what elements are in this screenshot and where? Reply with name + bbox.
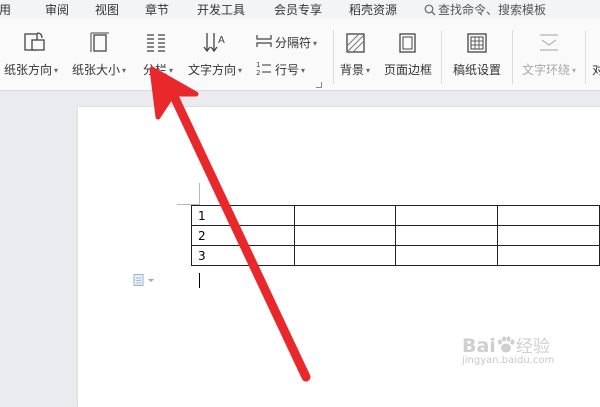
- text-direction-button[interactable]: 文字方向 ▾: [188, 61, 242, 78]
- separator-icon: [256, 35, 272, 47]
- chevron-down-icon: ▾: [301, 66, 306, 75]
- manuscript-settings-button[interactable]: 稿纸设置: [453, 61, 501, 78]
- menu-bar: 引用 审阅 视图 章节 开发工具 会员专享 稻壳资源 查找命令、搜索模板: [0, 0, 600, 18]
- text-wrap-icon: [540, 34, 558, 51]
- ribbon-divider: [441, 30, 442, 84]
- ribbon-toolbar: 纸张方向 ▾ 纸张大小 ▾ 分栏 ▾ A 文字方向 ▾ 分隔符 ▾ 1 2 行号 ▾: [0, 18, 600, 91]
- line-number-icon: 1 2: [256, 61, 271, 76]
- table-cell[interactable]: [395, 245, 499, 266]
- columns-button[interactable]: 分栏 ▾: [143, 61, 173, 78]
- svg-text:1: 1: [256, 61, 260, 69]
- table-cell[interactable]: [497, 225, 600, 246]
- paper-size-icon[interactable]: [89, 30, 111, 54]
- paper-orientation-icon[interactable]: [22, 30, 46, 54]
- ribbon-divider: [585, 30, 586, 84]
- chevron-down-icon: ▾: [572, 66, 577, 75]
- table-cell[interactable]: [395, 225, 499, 246]
- chevron-down-icon: ▾: [169, 66, 174, 75]
- table-cell[interactable]: [395, 205, 499, 226]
- table-cell[interactable]: [293, 205, 397, 226]
- paper-orientation-button[interactable]: 纸张方向 ▾: [4, 61, 58, 78]
- background-icon[interactable]: [345, 32, 367, 54]
- table-cell[interactable]: 3: [191, 245, 295, 266]
- paper-orientation-label: 纸张方向: [4, 63, 53, 77]
- chevron-down-icon: ▾: [366, 66, 371, 75]
- align-button[interactable]: 对: [592, 61, 600, 78]
- menu-section[interactable]: 章节: [145, 1, 169, 18]
- table-cell[interactable]: [497, 245, 600, 266]
- table-cell[interactable]: 2: [191, 225, 295, 246]
- page-border-icon[interactable]: [398, 32, 418, 54]
- table-cell[interactable]: [293, 225, 397, 246]
- baidu-jingyan-watermark: Bai 经验 jingyan.baidu.com: [462, 332, 554, 366]
- separator-label: 分隔符: [275, 36, 312, 50]
- page-setup-dialog-launcher[interactable]: [316, 82, 322, 88]
- ribbon-divider: [512, 30, 513, 84]
- line-number-button[interactable]: 行号 ▾: [275, 61, 305, 78]
- columns-label: 分栏: [143, 63, 168, 77]
- document-table[interactable]: 1 2 3: [191, 205, 600, 266]
- table-cell[interactable]: [293, 245, 397, 266]
- menu-developer[interactable]: 开发工具: [197, 1, 245, 18]
- watermark-brand: Bai: [462, 335, 496, 357]
- paragraph-layout-icon[interactable]: [133, 274, 159, 286]
- line-number-label: 行号: [275, 63, 300, 77]
- search-placeholder: 查找命令、搜索模板: [438, 3, 547, 17]
- separator-button[interactable]: 分隔符 ▾: [275, 34, 317, 51]
- svg-text:A: A: [218, 35, 225, 46]
- menu-view[interactable]: 视图: [95, 1, 119, 18]
- text-wrap-button: 文字环绕 ▾: [522, 61, 576, 78]
- table-row: 1: [191, 205, 600, 226]
- text-direction-icon[interactable]: A: [203, 30, 229, 54]
- page-border-button[interactable]: 页面边框: [384, 61, 432, 78]
- chevron-down-icon: ▾: [313, 39, 318, 48]
- chevron-down-icon: ▾: [238, 66, 243, 75]
- ribbon-divider: [333, 30, 334, 84]
- paper-size-label: 纸张大小: [72, 63, 121, 77]
- search-box[interactable]: 查找命令、搜索模板: [424, 1, 546, 18]
- svg-text:2: 2: [256, 69, 260, 76]
- text-cursor: [199, 273, 200, 288]
- manuscript-grid-icon[interactable]: [466, 32, 488, 54]
- table-cell[interactable]: [497, 205, 600, 226]
- search-icon: [424, 4, 436, 16]
- paper-size-button[interactable]: 纸张大小 ▾: [72, 61, 126, 78]
- text-direction-label: 文字方向: [188, 63, 237, 77]
- menu-review[interactable]: 审阅: [45, 1, 69, 18]
- paw-icon: [497, 336, 515, 353]
- table-cell[interactable]: 1: [191, 205, 295, 226]
- table-row: 2: [191, 225, 600, 246]
- watermark-brand-tail: 经验: [515, 337, 550, 357]
- chevron-down-icon: ▾: [122, 66, 127, 75]
- menu-member[interactable]: 会员专享: [274, 1, 322, 18]
- watermark-url: jingyan.baidu.com: [462, 355, 555, 366]
- chevron-down-icon: ▾: [54, 66, 59, 75]
- text-wrap-label: 文字环绕: [522, 63, 571, 77]
- background-label: 背景: [340, 63, 365, 77]
- table-row: 3: [191, 245, 600, 266]
- margin-crop-mark: [199, 183, 200, 205]
- menu-references[interactable]: 引用: [0, 1, 11, 18]
- columns-icon[interactable]: [145, 32, 167, 54]
- menu-resources[interactable]: 稻壳资源: [349, 1, 397, 18]
- background-button[interactable]: 背景 ▾: [340, 61, 370, 78]
